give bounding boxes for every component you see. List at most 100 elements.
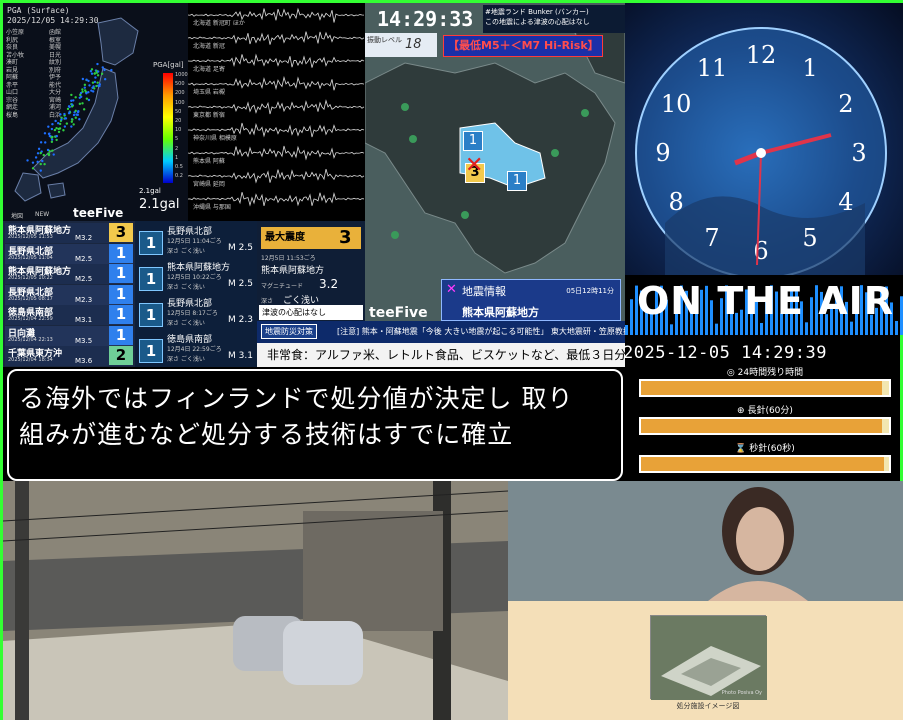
max-intensity-date: 12月5日 11:53ごろ [261, 255, 316, 262]
eq-card-intensity: 1 [139, 303, 163, 327]
warning-text: [注意] 熊本・阿蘇地震「今後 大きい地震が起こる可能性」 東大地震研・笠原教授 [337, 327, 631, 336]
countdown-bar [639, 379, 891, 397]
eq-card-intensity: 1 [139, 339, 163, 363]
video-scene-picture [508, 481, 903, 601]
pga-small-value: 2.1gal [139, 187, 161, 195]
eq-card-magnitude: M 2.5 [228, 243, 253, 253]
clock-number: 3 [851, 139, 866, 167]
pga-scale-label: PGA[gal] [153, 61, 184, 69]
eq-list-item[interactable]: 日向灘 2025/12/04 22:13 M3.5 1 [5, 325, 133, 346]
eq-magnitude: M2.5 [75, 254, 93, 263]
new-label: NEW [35, 211, 50, 218]
countdown-label: ◎ 24時間残り時間 [726, 368, 804, 378]
eq-magnitude: M3.5 [75, 336, 93, 345]
pga-tick: 2 [175, 145, 179, 152]
kyushu-map-panel: 1 3 ✕ 1 14:29:33 #地震ランド Bunker (バンカー) この… [365, 3, 625, 321]
brand-logo: teeFive [73, 206, 124, 220]
pga-tick: 5 [175, 136, 179, 143]
channel-note: この地震による津波の心配はなし [485, 18, 590, 26]
japan-pga-map-panel: PGA (Surface) 2025/12/05 14:29:30 小笠原 利尻奈… [3, 3, 188, 221]
eq-date: 2025/12/05 08:17 [8, 295, 53, 302]
eq-card-magnitude: M 2.3 [228, 315, 253, 325]
eq-list-item[interactable]: 徳島県南部 2025/12/04 22:59 M3.1 1 [5, 305, 133, 325]
clock-number: 12 [746, 41, 777, 69]
photo-credit: Photo Posiva Oy [721, 690, 762, 696]
on-air-panel: ON THE AIR [625, 275, 903, 335]
eq-card[interactable]: 1 長野県北部 12月5日 8:17ごろ 深さ ごく浅い M 2.3 [137, 295, 255, 329]
clock-number: 8 [668, 188, 683, 216]
clock-number: 1 [802, 54, 817, 82]
street-scene [3, 481, 508, 720]
magnitude-value: 3.2 [319, 277, 339, 291]
waveform-label: 宮崎県 延岡 [193, 181, 225, 188]
waveform-label: 北海道 新冠町 ほか [193, 20, 245, 27]
eq-date: 2025/12/04 18:34 [8, 357, 53, 363]
shaking-level-value: 18 [405, 37, 422, 52]
eq-intensity-badge: 1 [109, 325, 133, 345]
epicenter-x-icon: ✕ [465, 153, 484, 178]
waveform-label: 沖縄県 与那国 [193, 204, 231, 211]
channel-name: #地震ランド Bunker (バンカー) [485, 8, 589, 16]
eq-date: 2025/12/04 22:13 [8, 336, 53, 343]
eq-intensity-badge: 2 [109, 346, 133, 365]
eq-intensity-badge: 1 [109, 284, 133, 304]
tsunami-notice: 津波の心配はなし [259, 305, 363, 320]
current-time: 14:29:33 [377, 7, 474, 31]
depth-label: 深さ [261, 298, 274, 305]
max-intensity-place: 熊本県阿蘇地方 [261, 266, 325, 276]
eq-card-magnitude: M 2.5 [228, 279, 253, 289]
intensity-marker: 1 [463, 131, 483, 151]
earthquake-history-list: 熊本県阿蘇地方 2025/12/05 11:53 M3.2 3 長野県北部 202… [3, 221, 135, 367]
quake-info-date: 05日12時11分 [566, 287, 614, 295]
eq-list-item[interactable]: 長野県北部 2025/12/05 11:04 M2.5 1 [5, 243, 133, 264]
analog-clock: 12 12 3 45 6 78 9 1011 [635, 27, 887, 275]
eq-intensity-badge: 3 [109, 223, 133, 242]
pga-tick: 100 [175, 99, 185, 106]
pga-value: 2.1gal [139, 197, 180, 212]
eq-list-item[interactable]: 熊本県阿蘇地方 2025/12/05 11:53 M3.2 3 [5, 223, 133, 243]
quake-x-icon: ✕ [446, 282, 457, 297]
emergency-food-ticker: 非常食：アルファ米、レトルト食品、ビスケットなど、最低３日分を [257, 343, 625, 367]
pga-tick: 500 [175, 81, 185, 88]
pga-tick: 10 [175, 127, 182, 134]
waveform-label: 北海道 新冠 [193, 43, 225, 50]
pga-tick: 1000 [175, 72, 188, 78]
eq-list-item[interactable]: 熊本県阿蘇地方 2025/12/05 10:22 M2.5 1 [5, 264, 133, 284]
countdown-bar-remaining [881, 381, 889, 395]
quake-info-place: 熊本県阿蘇地方 [462, 306, 539, 319]
eq-card-depth: 深さ ごく浅い [167, 320, 205, 327]
clock-number: 10 [661, 90, 692, 118]
eq-card[interactable]: 1 長野県北部 12月5日 11:04ごろ 深さ ごく浅い M 2.5 [137, 223, 255, 257]
pga-tick: 0.2 [175, 173, 183, 180]
clock-number: 11 [697, 54, 728, 82]
eq-card-time: 12月4日 22:59ごろ [167, 346, 222, 353]
pga-tick: 0.5 [175, 164, 183, 171]
image-caption: 処分施設イメージ図 [676, 702, 740, 710]
brand-logo: teeFive [369, 305, 428, 321]
eq-card[interactable]: 1 徳島県南部 12月4日 22:59ごろ 深さ ごく浅い M 3.1 [137, 331, 255, 365]
video-scene [508, 481, 903, 601]
eq-date: 2025/12/05 11:04 [8, 254, 53, 261]
eq-card-depth: 深さ ごく浅い [167, 248, 205, 255]
clock-number: 7 [704, 224, 719, 252]
waveform-label: 東京都 新宿 [193, 112, 225, 119]
eq-card-depth: 深さ ごく浅い [167, 356, 205, 363]
waveform-panel: 北海道 新冠町 ほか 北海道 新冠 北海道 足寄 埼玉県 岩槻 東京都 新宿 神奈川県 相… [188, 3, 365, 221]
clock-number: 2 [838, 90, 853, 118]
countdown-label: ⊕ 長針(60分) [737, 406, 793, 416]
intensity-marker: 1 [507, 171, 527, 191]
shaking-level-label: 振動レベル [365, 33, 437, 57]
max-intensity-value: 3 [339, 227, 352, 248]
clock-number: 4 [838, 188, 853, 216]
eq-card-time: 12月5日 11:04ごろ [167, 238, 222, 245]
eq-list-item[interactable]: 千葉県東方沖 2025/12/04 18:34 M3.6 2 [5, 346, 133, 366]
eq-card[interactable]: 1 熊本県阿蘇地方 12月5日 10:22ごろ 深さ ごく浅い M 2.5 [137, 259, 255, 293]
eq-list-item[interactable]: 長野県北部 2025/12/05 08:17 M2.3 1 [5, 284, 133, 305]
clock-number: 6 [753, 237, 768, 265]
eq-date: 2025/12/04 22:59 [8, 316, 53, 322]
map-label: 地図 [11, 213, 24, 220]
eq-magnitude: M3.6 [75, 357, 93, 365]
eq-date: 2025/12/05 11:53 [8, 234, 53, 240]
subtitle-line-1: る海外ではフィンランドで処分値が決定し 取り [19, 384, 574, 413]
pga-tick: 200 [175, 90, 185, 97]
